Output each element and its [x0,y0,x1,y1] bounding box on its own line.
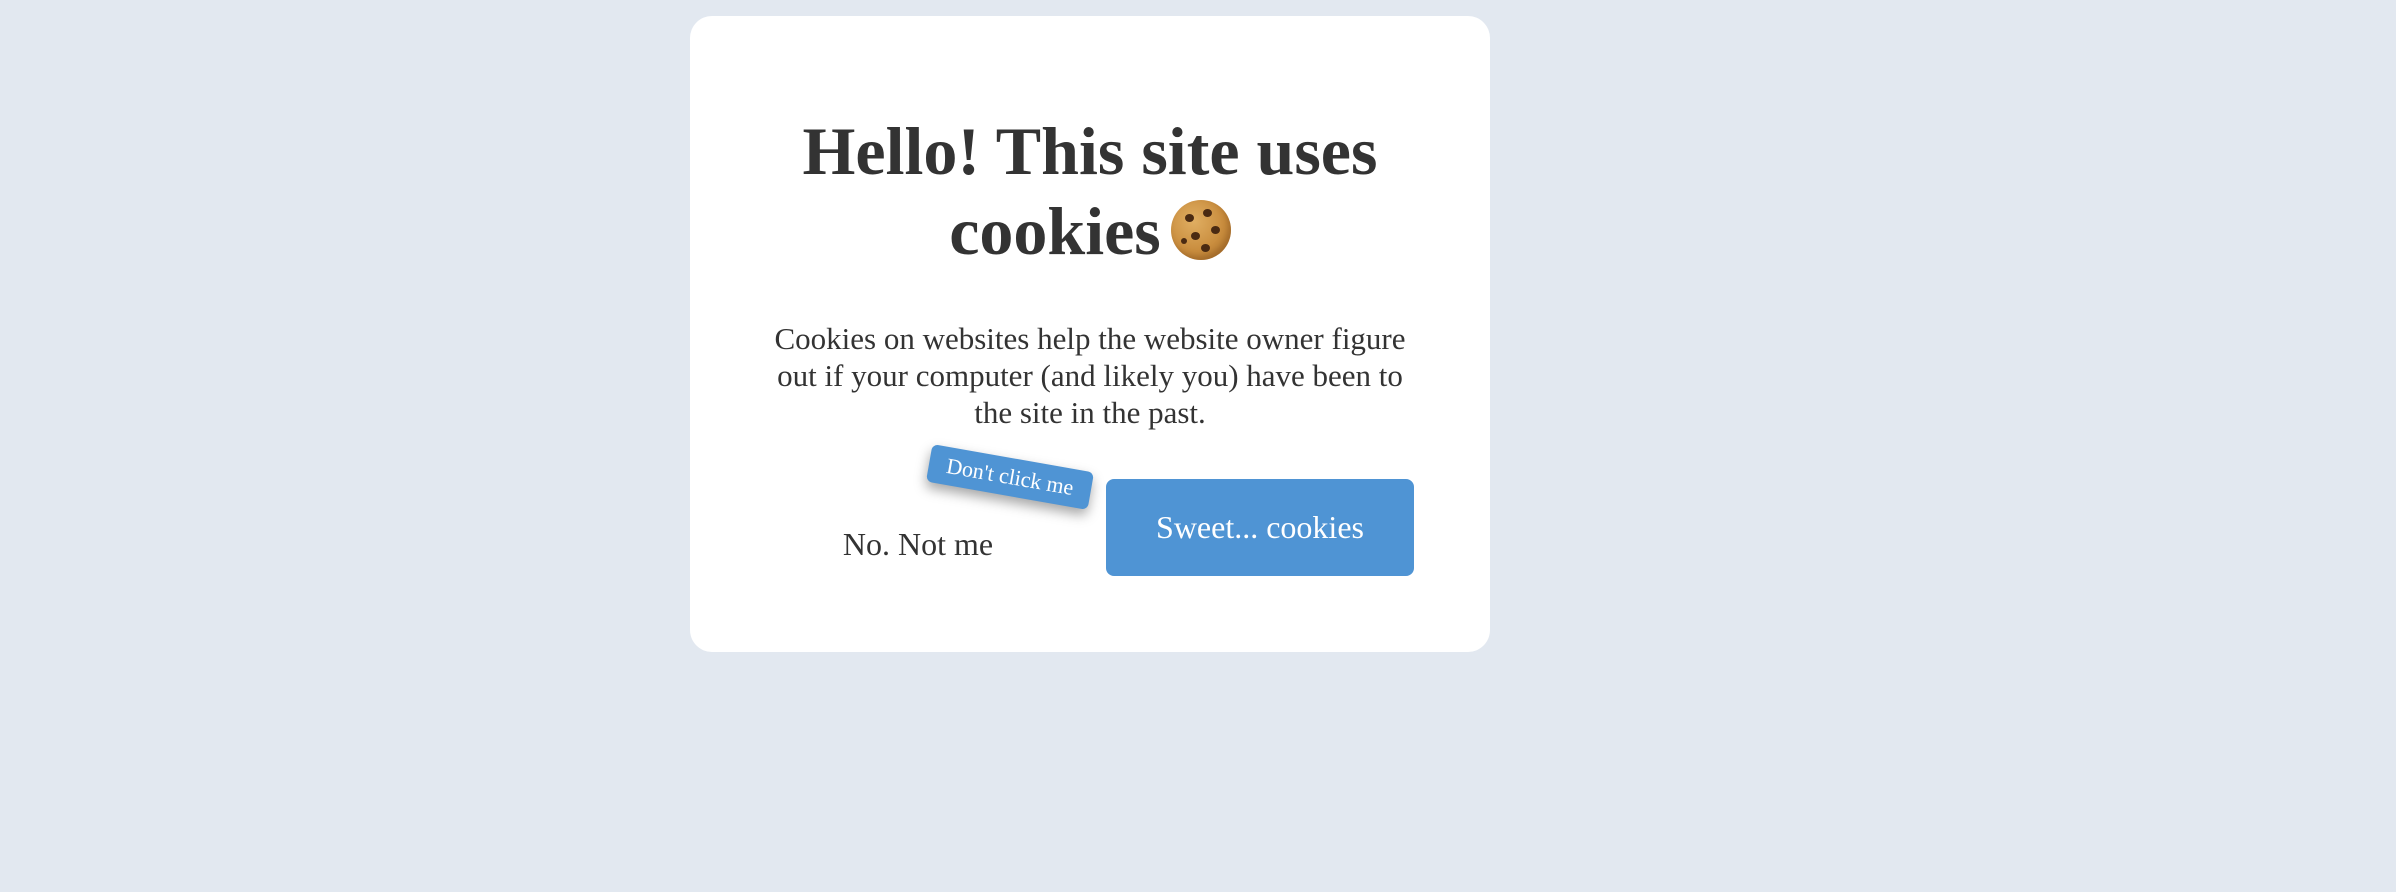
accept-cookies-button[interactable]: Sweet... cookies [1106,479,1414,576]
dialog-title-line-2: cookies [949,193,1161,269]
dialog-title-line-1: Hello! This site uses [802,113,1378,189]
decline-tooltip: Don't click me [925,444,1095,510]
dialog-description: Cookies on websites help the website own… [774,321,1406,430]
decline-button[interactable]: No. Not me [818,504,1018,584]
cookie-consent-dialog: Hello! This site uses cookies Cookies on… [690,16,1490,652]
cookie-icon [1170,200,1231,260]
dialog-title: Hello! This site uses cookies [690,111,1490,271]
